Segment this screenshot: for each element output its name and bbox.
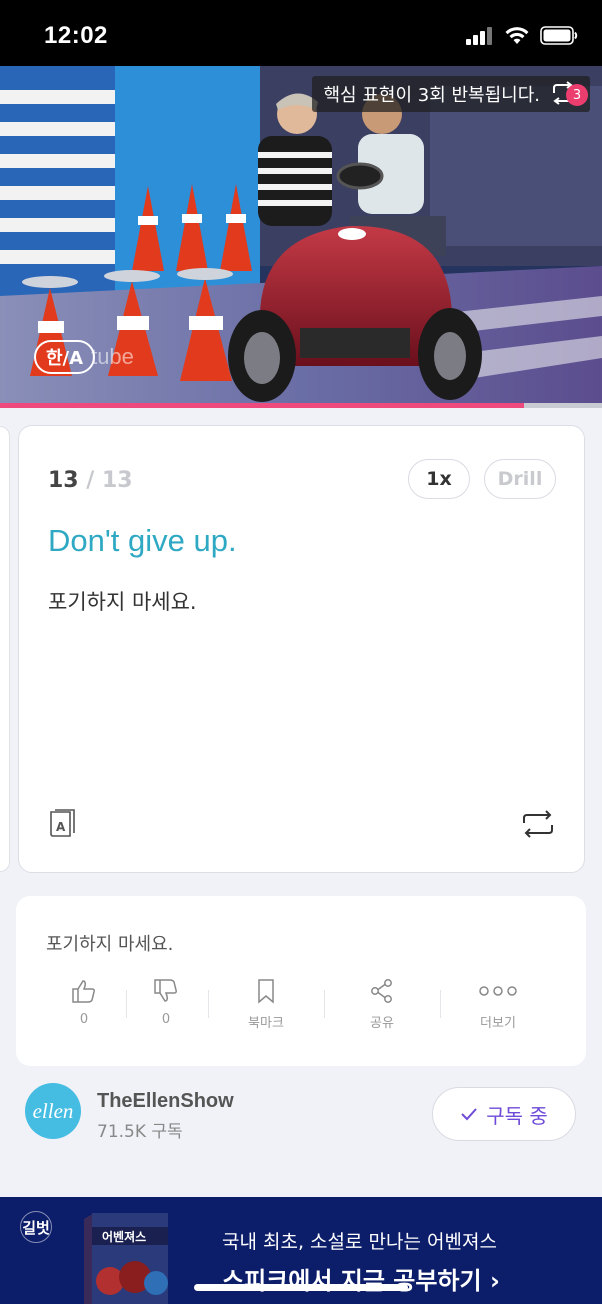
repeat-notice-text: 핵심 표현이 3회 반복됩니다. [323, 85, 541, 106]
status-bar: 12:02 [0, 0, 602, 66]
sentence-card: 13 / 13 1x Drill Don't give up. 포기하지 마세요… [18, 425, 585, 873]
ad-book-title: 어벤져스 [102, 1229, 146, 1244]
video-player[interactable]: 핵심 표현이 3회 반복됩니다. 3 한/A tube [0, 66, 602, 404]
share-button[interactable]: 공유 [337, 978, 427, 1031]
ad-book-cover: 어벤져스 [84, 1213, 168, 1304]
ad-brand-logo: 길벗 [20, 1211, 52, 1243]
subscribe-label: 구독 중 [486, 1103, 548, 1128]
counter-separator: / [78, 468, 102, 493]
dislike-count: 0 [161, 1012, 171, 1027]
status-icons [466, 26, 578, 45]
info-sentence: 포기하지 마세요. [46, 934, 174, 955]
english-sentence: Don't give up. [48, 523, 237, 558]
home-indicator[interactable] [194, 1284, 408, 1291]
logo-text: 한/A [34, 340, 96, 374]
thumbs-up-icon [72, 980, 95, 1003]
subscribe-button[interactable]: 구독 중 [432, 1087, 576, 1141]
bookmark-icon [258, 979, 274, 1004]
channel-avatar[interactable]: ellen [25, 1083, 81, 1139]
action-divider [324, 990, 325, 1018]
drill-button[interactable]: Drill [484, 459, 556, 499]
wifi-icon [505, 27, 529, 44]
dictionary-icon-letter: A [56, 820, 66, 834]
dictionary-button[interactable]: A [48, 808, 78, 842]
repeat-count-badge: 3 [566, 84, 588, 106]
signal-icon [466, 26, 492, 45]
action-divider [208, 990, 209, 1018]
more-label: 더보기 [480, 1016, 516, 1031]
dictionary-icon: A [50, 809, 75, 837]
repeat-sentence-icon [523, 810, 553, 838]
repeat-notice: 핵심 표현이 3회 반복됩니다. 3 [311, 76, 590, 112]
korean-translation: 포기하지 마세요. [48, 590, 197, 614]
like-button[interactable]: 0 [39, 978, 129, 1027]
bookmark-button[interactable]: 북마크 [221, 978, 311, 1031]
battery-icon [540, 26, 578, 45]
channel-subscribers: 71.5K 구독 [97, 1122, 183, 1142]
more-button[interactable]: 더보기 [453, 978, 543, 1031]
logo-suffix: tube [91, 344, 134, 369]
more-icon [479, 986, 517, 996]
repeat-sentence-button[interactable] [521, 809, 555, 843]
channel-name[interactable]: TheEllenShow [97, 1090, 234, 1113]
sentence-total: 13 [101, 468, 133, 493]
playback-speed-button[interactable]: 1x [408, 459, 470, 499]
action-bar: 0 0 북마크 공유 더보기 [16, 978, 586, 1038]
like-count: 0 [79, 1012, 89, 1027]
video-progress-bar[interactable] [0, 403, 602, 408]
thumbs-down-icon [154, 979, 177, 1002]
repeat-control[interactable]: 3 [550, 81, 588, 107]
video-progress-fill [0, 403, 524, 408]
previous-card-peek[interactable] [0, 426, 10, 872]
ad-headline: 국내 최초, 소설로 만나는 어벤져스 [222, 1231, 497, 1253]
share-icon [371, 979, 392, 1003]
action-divider [440, 990, 441, 1018]
sentence-index: 13 [48, 468, 79, 493]
status-time: 12:02 [44, 22, 108, 49]
watermark-logo: 한/A tube [34, 340, 134, 374]
sentence-info-panel: 포기하지 마세요. 0 0 북마크 공유 더보기 [16, 896, 586, 1066]
check-icon [461, 1108, 477, 1121]
dislike-button[interactable]: 0 [121, 978, 211, 1027]
sentence-counter: 13 / 13 [48, 468, 133, 493]
share-label: 공유 [370, 1016, 394, 1031]
bookmark-label: 북마크 [248, 1016, 284, 1031]
